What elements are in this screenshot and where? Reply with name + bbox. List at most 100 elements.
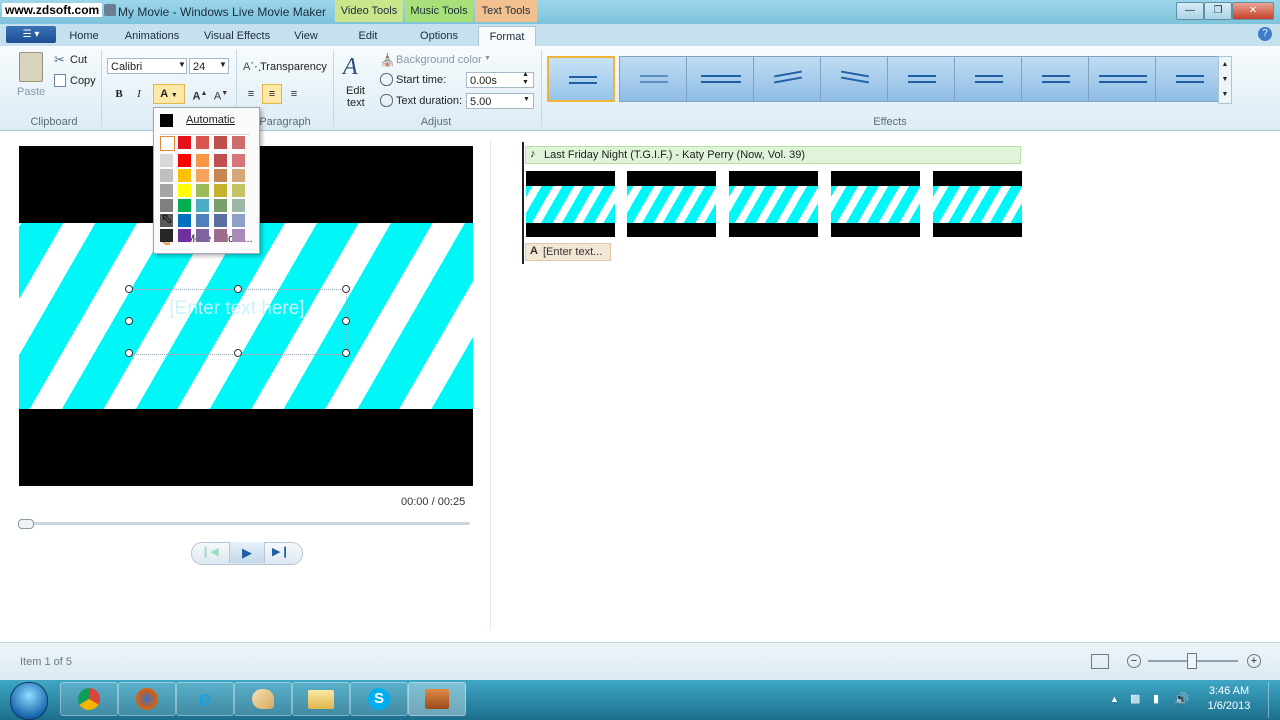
color-swatch[interactable] [178, 199, 191, 212]
resize-handle[interactable] [342, 317, 350, 325]
maximize-button[interactable]: ❐ [1204, 2, 1232, 20]
color-swatch[interactable] [196, 184, 209, 197]
automatic-swatch[interactable] [160, 114, 173, 127]
paste-icon[interactable] [19, 52, 43, 82]
tab-format[interactable]: Format [478, 26, 536, 47]
playhead[interactable] [522, 142, 524, 264]
color-swatch[interactable] [178, 184, 191, 197]
paint-taskbar-button[interactable] [234, 682, 292, 716]
system-clock[interactable]: 3:46 AM 1/6/2013 [1196, 684, 1262, 714]
effects-gallery-scroll[interactable]: ▲ ▼ ▼ [1218, 56, 1232, 104]
next-frame-icon[interactable]: ▶❙ [272, 545, 290, 558]
align-left-button[interactable]: ≡ [241, 84, 261, 104]
color-swatch[interactable] [232, 154, 245, 167]
color-swatch[interactable] [196, 169, 209, 182]
font-family-select[interactable]: Calibri [107, 58, 187, 74]
clip-thumbnail-1[interactable] [526, 171, 615, 237]
skype-taskbar-button[interactable]: S [350, 682, 408, 716]
tab-edit[interactable]: Edit [340, 26, 396, 46]
zoom-out-icon[interactable]: − [1127, 654, 1141, 668]
color-swatch[interactable] [214, 136, 227, 149]
tab-view[interactable]: View [286, 26, 326, 46]
color-swatch[interactable] [214, 199, 227, 212]
color-swatch[interactable] [178, 214, 191, 227]
font-size-dropdown-icon[interactable]: ▼ [219, 60, 227, 69]
background-color-button[interactable]: Background color [396, 54, 482, 66]
color-swatch[interactable] [178, 154, 191, 167]
app-menu-button[interactable]: ☰ ▾ [6, 26, 56, 43]
color-swatch[interactable] [214, 154, 227, 167]
show-desktop-button[interactable] [1268, 682, 1279, 718]
zoom-slider-thumb[interactable] [1187, 653, 1197, 669]
font-color-button[interactable]: A ▼ [153, 84, 185, 104]
resize-handle[interactable] [125, 349, 133, 357]
edit-text-icon[interactable]: A [343, 54, 358, 81]
copy-button[interactable]: Copy [70, 75, 96, 87]
network-icon[interactable]: ▩ [1130, 692, 1140, 705]
edit-text-label-1[interactable]: Edit [346, 85, 365, 97]
resize-handle[interactable] [125, 317, 133, 325]
tab-options[interactable]: Options [408, 26, 470, 46]
resize-handle[interactable] [342, 349, 350, 357]
clip-thumbnail-2[interactable] [627, 171, 716, 237]
color-swatch[interactable] [232, 199, 245, 212]
power-icon[interactable]: ▮ [1153, 692, 1159, 705]
color-swatch[interactable] [196, 154, 209, 167]
color-swatch[interactable] [196, 229, 209, 242]
close-button[interactable]: ✕ [1232, 2, 1274, 20]
resize-handle[interactable] [125, 285, 133, 293]
resize-handle[interactable] [234, 285, 242, 293]
transparency-button[interactable]: Transparency [260, 61, 327, 73]
firefox-taskbar-button[interactable] [118, 682, 176, 716]
align-right-button[interactable]: ≡ [284, 84, 304, 104]
align-center-button[interactable]: ≡ [262, 84, 282, 104]
color-swatch[interactable] [214, 214, 227, 227]
color-swatch[interactable] [178, 169, 191, 182]
tab-visual-effects[interactable]: Visual Effects [196, 26, 278, 46]
color-swatch[interactable] [232, 229, 245, 242]
seek-bar[interactable] [19, 522, 470, 525]
grow-font-button[interactable]: A▲ [190, 84, 210, 104]
previous-frame-icon[interactable]: ❙◀ [201, 545, 219, 558]
color-swatch[interactable] [232, 136, 245, 149]
color-swatch[interactable] [232, 214, 245, 227]
color-swatch[interactable] [196, 199, 209, 212]
clip-thumbnail-4[interactable] [831, 171, 920, 237]
clip-thumbnail-5[interactable] [933, 171, 1022, 237]
play-icon[interactable]: ▶ [229, 542, 265, 563]
text-duration-dropdown-icon[interactable]: ▼ [523, 96, 530, 103]
edit-text-label-2[interactable]: text [347, 97, 365, 109]
font-family-dropdown-icon[interactable]: ▼ [178, 60, 186, 69]
color-swatch[interactable] [178, 229, 191, 242]
color-swatch[interactable] [160, 136, 175, 151]
start-orb-icon[interactable] [10, 682, 48, 720]
thumbnail-size-icon[interactable] [1091, 654, 1109, 669]
effect-none[interactable] [547, 56, 615, 102]
ie-taskbar-button[interactable]: e [176, 682, 234, 716]
color-swatch[interactable] [196, 214, 209, 227]
italic-button[interactable]: I [129, 84, 149, 104]
effect-fade[interactable] [619, 56, 687, 102]
background-color-dropdown-icon[interactable]: ▼ [484, 55, 491, 62]
chrome-taskbar-button[interactable] [60, 682, 118, 716]
effect-slide-up[interactable] [1021, 56, 1089, 102]
color-swatch[interactable] [160, 229, 173, 242]
shrink-font-button[interactable]: A▼ [211, 84, 231, 104]
tab-animations[interactable]: Animations [116, 26, 188, 46]
color-swatch[interactable] [196, 136, 209, 149]
tab-home[interactable]: Home [60, 26, 108, 46]
color-swatch[interactable] [214, 169, 227, 182]
zoom-in-icon[interactable]: + [1247, 654, 1261, 668]
color-swatch[interactable] [178, 136, 191, 149]
color-swatch[interactable] [232, 169, 245, 182]
start-time-spinner[interactable]: ▲ ▼ [522, 71, 529, 87]
help-icon[interactable]: ? [1258, 27, 1272, 41]
effect-slide-left[interactable] [887, 56, 955, 102]
color-swatch[interactable] [214, 229, 227, 242]
effect-zoom[interactable] [686, 56, 754, 102]
clip-thumbnail-3[interactable] [729, 171, 818, 237]
effect-swing[interactable] [1088, 56, 1156, 102]
bold-button[interactable]: B [109, 84, 129, 104]
movie-maker-taskbar-button[interactable] [408, 682, 466, 716]
color-swatch[interactable] [160, 169, 173, 182]
